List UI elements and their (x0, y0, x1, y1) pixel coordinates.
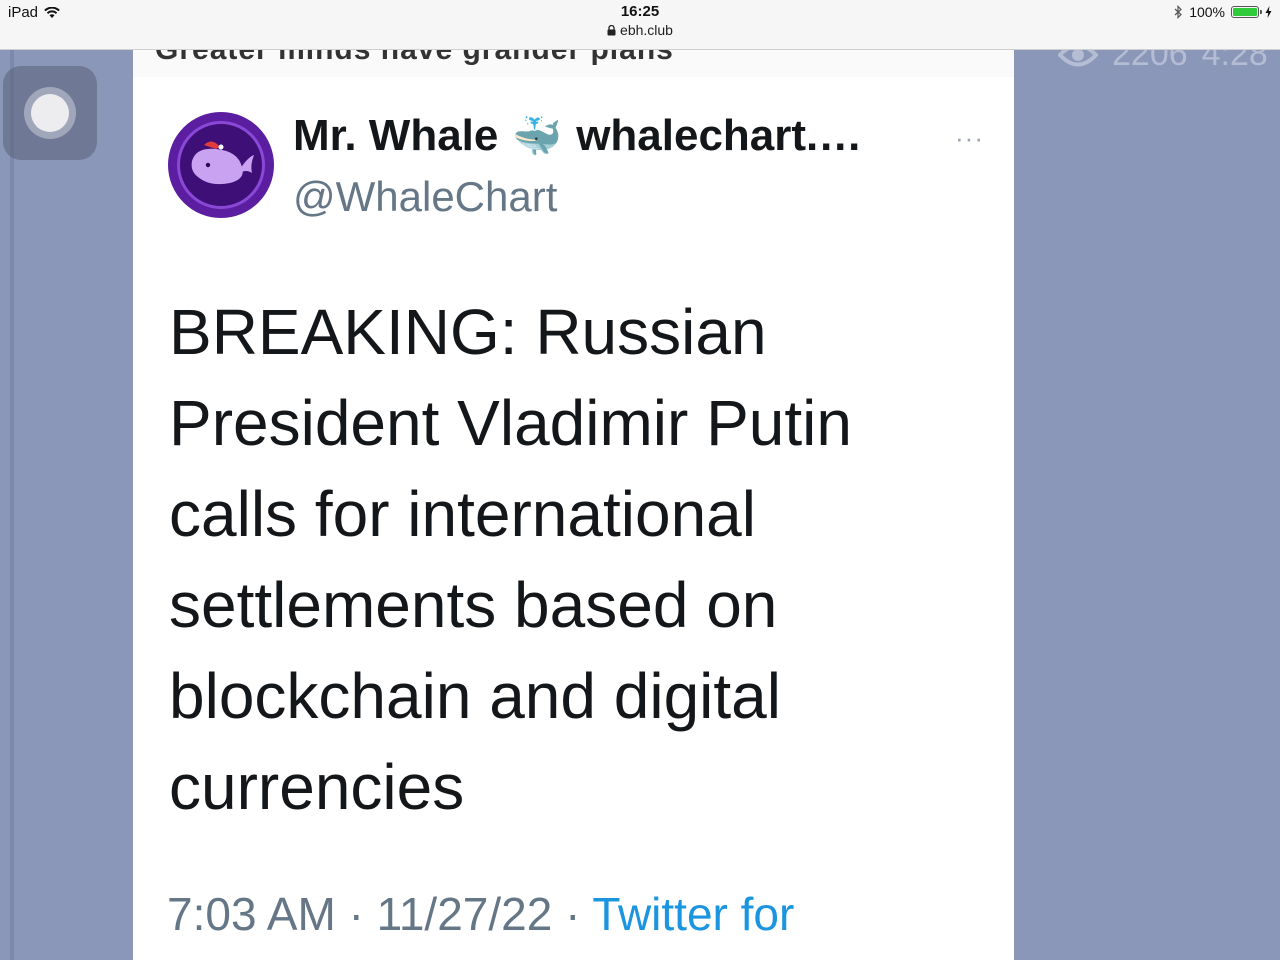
battery-level (1233, 8, 1257, 16)
tweet-meta: 7:03 AM · 11/27/22 · Twitter for (167, 887, 794, 941)
address-bar[interactable]: ebh.club (607, 21, 673, 39)
meta-separator: · (565, 888, 581, 940)
avatar[interactable] (168, 112, 274, 218)
url-text: ebh.club (620, 22, 673, 38)
battery-icon (1231, 6, 1262, 18)
assistive-touch-button[interactable] (3, 66, 97, 160)
tweet-card[interactable]: Mr. Whale 🐳 whalechart.… @WhaleChart ···… (133, 77, 1014, 960)
previous-caption-text: Greater minds have grander plans (155, 49, 674, 66)
whale-icon (191, 141, 254, 185)
status-center: 16:25 ebh.club (0, 3, 1280, 41)
tweet-author[interactable]: Mr. Whale 🐳 whalechart.… (293, 111, 862, 161)
status-bar: iPad 16:25 ebh.club 100% (0, 0, 1280, 50)
display-name-suffix: whalechart.… (576, 111, 863, 160)
message-time: 4:28 (1201, 49, 1268, 73)
tweet-time: 7:03 AM (167, 888, 336, 940)
clock: 16:25 (620, 3, 660, 20)
assistive-touch-dot (31, 94, 69, 132)
tweet-date: 11/27/22 (376, 888, 553, 940)
meta-separator: · (348, 888, 364, 940)
author-handle[interactable]: @WhaleChart (293, 173, 557, 221)
view-count: 2206 (1112, 49, 1188, 73)
charging-icon (1265, 6, 1272, 18)
eye-icon (1058, 49, 1098, 66)
battery-percent: 100% (1189, 4, 1225, 20)
tweet-source-link[interactable]: Twitter for (592, 888, 794, 940)
more-options-icon[interactable]: ··· (955, 123, 984, 154)
previous-message-meta: 2206 4:28 (1050, 49, 1280, 75)
bluetooth-icon (1174, 5, 1183, 19)
lock-icon (607, 24, 616, 35)
previous-message-caption: Greater minds have grander plans (133, 49, 1014, 77)
display-name: Mr. Whale (293, 111, 499, 160)
whale-emoji-icon: 🐳 (512, 114, 563, 159)
status-right: 100% (1174, 4, 1272, 20)
left-gutter (10, 49, 14, 960)
assistive-touch-ring (24, 87, 76, 139)
whale-logo-icon (177, 121, 265, 209)
tweet-text: BREAKING: Russian President Vladimir Put… (169, 296, 852, 823)
